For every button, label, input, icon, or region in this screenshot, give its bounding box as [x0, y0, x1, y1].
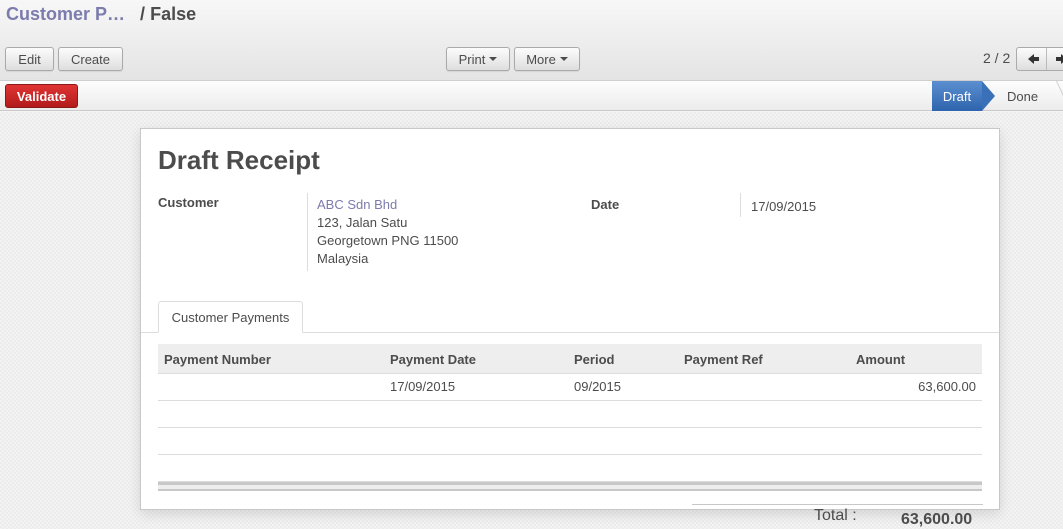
create-button-label: Create — [70, 51, 111, 67]
arrow-left-icon — [1028, 54, 1040, 64]
validate-button[interactable]: Validate — [5, 84, 78, 108]
stage-done-label: Done — [1007, 88, 1039, 104]
field-divider — [307, 193, 308, 271]
breadcrumb-parent-link[interactable]: Customer P… — [6, 4, 125, 24]
print-dropdown-button[interactable]: Print — [446, 47, 510, 71]
stage-draft-label: Draft — [942, 88, 972, 104]
edit-button[interactable]: Edit — [5, 47, 54, 71]
pager-next-button[interactable] — [1045, 48, 1063, 70]
tab-label: Customer Payments — [171, 309, 290, 325]
breadcrumb-current: False — [150, 4, 197, 24]
control-panel: Customer P… / False Edit Create Print Mo… — [0, 0, 1063, 81]
caret-down-icon — [489, 57, 498, 61]
table-footer — [158, 482, 982, 491]
stage-done[interactable]: Done — [1000, 81, 1063, 111]
more-dropdown-button[interactable]: More — [514, 47, 580, 71]
field-divider — [740, 193, 741, 217]
date-value: 17/09/2015 — [751, 199, 817, 214]
breadcrumb-separator: / — [140, 4, 146, 24]
cell-amount: 63,600.00 — [918, 379, 976, 394]
column-header-payment-ref[interactable]: Payment Ref — [684, 352, 763, 367]
customer-label: Customer — [158, 195, 219, 210]
caret-down-icon — [559, 57, 568, 61]
print-button-label: Print — [458, 51, 486, 67]
total-divider — [692, 504, 983, 505]
address-line-2: Georgetown PNG 11500 — [317, 233, 459, 248]
create-button[interactable]: Create — [58, 47, 123, 71]
date-label: Date — [591, 197, 620, 212]
status-bar: Validate Draft Done — [0, 81, 1063, 111]
page-title: Draft Receipt — [158, 145, 320, 175]
pager-counter[interactable]: 2 / 2 — [983, 50, 1010, 66]
column-header-payment-date[interactable]: Payment Date — [390, 352, 476, 367]
cell-payment-date: 17/09/2015 — [390, 379, 456, 394]
pager-previous-button[interactable] — [1017, 48, 1046, 70]
column-header-period[interactable]: Period — [574, 352, 614, 367]
column-header-amount[interactable]: Amount — [856, 352, 905, 367]
breadcrumb: Customer P… / False — [6, 4, 196, 25]
column-header-payment-number[interactable]: Payment Number — [164, 352, 271, 367]
payments-table: Payment Number Payment Date Period Payme… — [158, 344, 982, 491]
customer-address: ABC Sdn Bhd 123, Jalan Satu Georgetown P… — [317, 196, 458, 268]
stage-draft[interactable]: Draft — [932, 81, 995, 111]
customer-name-link[interactable]: ABC Sdn Bhd — [317, 196, 458, 214]
form-sheet: Draft Receipt Customer ABC Sdn Bhd 123, … — [140, 128, 1000, 510]
validate-button-label: Validate — [16, 88, 67, 104]
more-button-label: More — [526, 51, 556, 67]
address-country: Malaysia — [317, 251, 369, 266]
table-row[interactable]: 17/09/2015 09/2015 63,600.00 — [158, 374, 982, 401]
table-header: Payment Number Payment Date Period Payme… — [158, 344, 982, 374]
tab-customer-payments[interactable]: Customer Payments — [158, 301, 303, 333]
table-row-empty — [158, 455, 982, 482]
total-value: 63,600.00 — [901, 511, 973, 528]
address-line-1: 123, Jalan Satu — [317, 215, 408, 230]
edit-button-label: Edit — [18, 51, 41, 67]
table-row-empty — [158, 428, 982, 455]
cell-period: 09/2015 — [574, 379, 621, 394]
total-label: Total : — [814, 507, 857, 524]
pager-buttons — [1016, 47, 1063, 71]
table-row-empty — [158, 401, 982, 428]
